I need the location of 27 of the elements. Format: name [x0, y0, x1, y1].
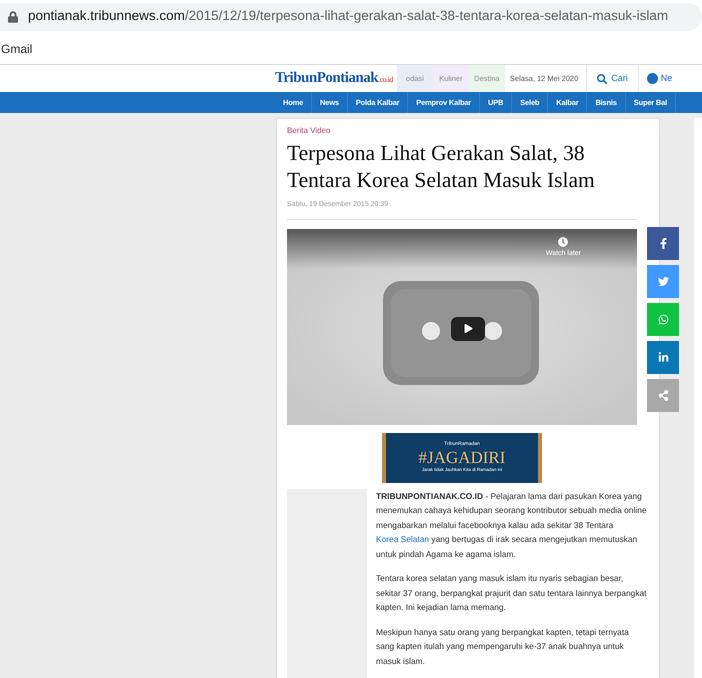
whatsapp-icon	[658, 314, 668, 324]
share-icon	[658, 390, 668, 400]
linkedin-share-button[interactable]	[647, 340, 679, 374]
twitter-share-button[interactable]	[647, 264, 679, 298]
twitter-icon	[658, 276, 668, 286]
clock-icon[interactable]	[558, 236, 568, 246]
article-paragraph: Tentara korea selatan yang masuk islam itu nyaris sebagian besar, sekitar 37 orang, berpangkat prajurit dan satu tentara lainnya berpangkat kapten. Ini kejadian lama memang.	[376, 572, 647, 614]
lock-icon	[8, 10, 18, 22]
network-icon[interactable]	[646, 73, 658, 84]
article-paragraph: TRIBUNPONTIANAK.CO.ID - Pelajaran lama dari pasukan Korea yang menemukan cahaya kehidupan seorang kontributor sebuah media online mengabarkan melalui facebooknya kalau ada sekitar 38 Tentara Korea Selatan yang bertugas di irak secara mengejutkan memutuskan untuk pindah Agama ke agama islam.	[376, 490, 647, 561]
url-text: pontianak.tribunnews.com/2015/12/19/terpesona-lihat-gerakan-salat-38-tentara-korea-selatan-masuk-islam	[28, 7, 668, 26]
bookmark-item[interactable]: Gmail	[1, 40, 32, 58]
facebook-icon	[658, 238, 668, 248]
address-bar[interactable]: pontianak.tribunnews.com/2015/12/19/terpesona-lihat-gerakan-salat-38-tentara-korea-selatan-masuk-islam	[0, 2, 702, 30]
facebook-share-button[interactable]	[647, 226, 679, 260]
article-title: Terpesona Lihat Gerakan Salat, 38 Tentara Korea Selatan Masuk Islam	[287, 140, 596, 194]
search-icon[interactable]	[597, 74, 608, 84]
article-link[interactable]: Korea Selatan	[376, 534, 430, 544]
article-paragraph: Meskipun hanya satu orang yang berpangkat kapten, tetapi ternyata sang kapten itulah yang mempengaruhi ke-37 anak buahnya untuk masuk islam.	[376, 626, 630, 668]
site-logo[interactable]: TribunPontianak.co.id	[275, 67, 393, 90]
linkedin-icon	[658, 352, 668, 362]
search-link[interactable]: Cari	[611, 72, 628, 86]
play-button[interactable]	[451, 316, 485, 340]
network-link[interactable]: Ne	[660, 72, 672, 86]
banner-headline: #JAGADIRI	[418, 448, 506, 468]
play-icon	[464, 324, 472, 333]
category-link[interactable]: Berita Video	[287, 125, 330, 137]
